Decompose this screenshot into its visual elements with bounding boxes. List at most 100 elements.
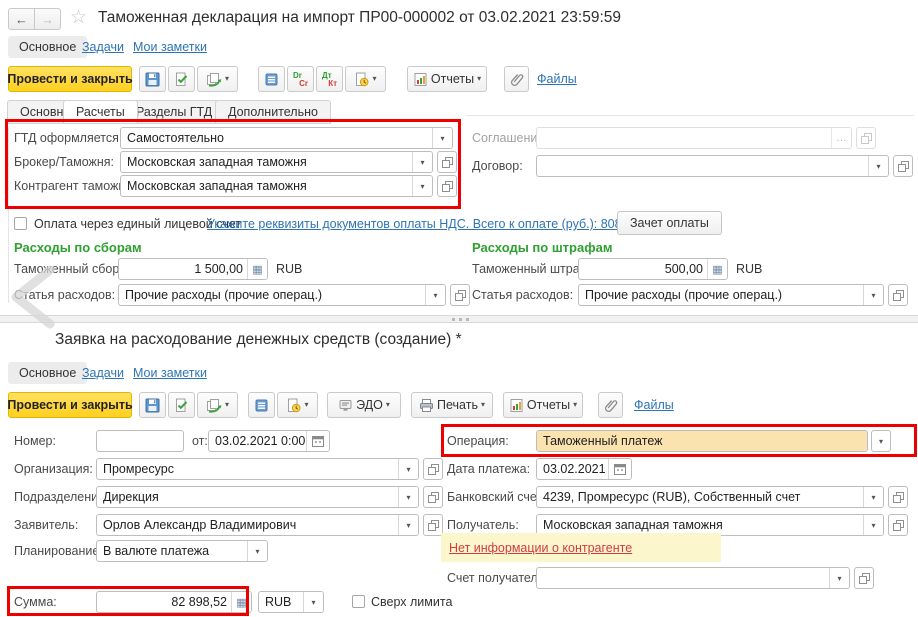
open-form-icon[interactable] [888, 514, 908, 536]
chevron-down-icon[interactable]: ▾ [477, 75, 481, 83]
calendar-icon[interactable] [608, 459, 631, 479]
w2-files-link[interactable]: Файлы [634, 394, 674, 416]
chevron-down-icon[interactable]: ▾ [398, 515, 418, 535]
document-history-button[interactable]: ▾ [345, 66, 386, 92]
calendar-icon[interactable] [306, 431, 329, 451]
no-counterparty-info-link[interactable]: Нет информации о контрагенте [449, 537, 632, 559]
w1-nav-tasks[interactable]: Задачи [82, 36, 124, 58]
show-list-button[interactable] [258, 66, 285, 92]
document-history-button[interactable]: ▾ [277, 392, 318, 418]
save-button[interactable] [139, 66, 166, 92]
calculator-icon[interactable]: ▦ [231, 592, 251, 612]
create-based-on-button[interactable]: ▾ [197, 66, 238, 92]
gtd-method-field[interactable]: Самостоятельно ▾ [120, 127, 453, 149]
applicant-field[interactable]: Орлов Александр Владимирович ▾ [96, 514, 419, 536]
post-document-button[interactable] [168, 392, 195, 418]
agreement-field[interactable]: … [536, 127, 852, 149]
open-form-icon[interactable] [423, 458, 443, 480]
open-form-icon[interactable] [423, 514, 443, 536]
w2-post-close-button[interactable]: Провести и закрыть [8, 392, 132, 418]
chevron-down-icon[interactable]: ▾ [573, 401, 577, 409]
chevron-down-icon[interactable]: ▾ [829, 568, 849, 588]
chevron-down-icon[interactable]: ▾ [398, 487, 418, 507]
w1-tab-additional[interactable]: Дополнительно [215, 100, 331, 124]
customs-fee-field[interactable]: 1 500,00 ▦ [118, 258, 268, 280]
customs-agent-field[interactable]: Московская западная таможня ▾ [120, 175, 433, 197]
w2-attachments-button[interactable] [598, 392, 623, 418]
recipient-account-field[interactable]: ▾ [536, 567, 850, 589]
w1-post-close-button[interactable]: Провести и закрыть [8, 66, 132, 92]
operation-field[interactable]: Таможенный платеж [536, 430, 868, 452]
show-list-button[interactable] [248, 392, 275, 418]
save-button[interactable] [139, 392, 166, 418]
calculator-icon[interactable]: ▦ [247, 259, 267, 279]
w1-nav-notes[interactable]: Мои заметки [133, 36, 207, 58]
department-field[interactable]: Дирекция ▾ [96, 486, 419, 508]
planning-field[interactable]: В валюте платежа ▾ [96, 540, 268, 562]
w1-attachments-button[interactable] [504, 66, 529, 92]
w1-files-link[interactable]: Файлы [537, 68, 577, 90]
open-form-icon[interactable] [888, 486, 908, 508]
open-form-icon[interactable] [888, 284, 908, 306]
open-form-icon[interactable] [450, 284, 470, 306]
open-form-icon[interactable] [893, 155, 913, 177]
fine-expense-item-field[interactable]: Прочие расходы (прочие операц.) ▾ [578, 284, 884, 306]
chevron-down-icon[interactable]: ▾ [863, 515, 883, 535]
w1-nav-main[interactable]: Основное [8, 36, 87, 58]
chevron-down-icon[interactable]: ▾ [304, 401, 308, 409]
chevron-down-icon[interactable]: ▾ [481, 401, 485, 409]
over-limit-checkbox[interactable] [352, 595, 365, 608]
document-date-field[interactable]: 03.02.2021 0:00:00 [208, 430, 330, 452]
window-splitter[interactable] [0, 315, 918, 323]
open-form-icon[interactable] [856, 127, 876, 149]
create-based-on-button[interactable]: ▾ [197, 392, 238, 418]
back-icon[interactable]: ← [8, 8, 35, 30]
amount-field[interactable]: 82 898,52 ▦ [96, 591, 252, 613]
chevron-down-icon[interactable]: ▾ [386, 401, 390, 409]
open-form-icon[interactable] [423, 486, 443, 508]
favorite-star-icon[interactable]: ☆ [70, 7, 87, 29]
chevron-down-icon[interactable]: ▾ [225, 75, 229, 83]
organization-field[interactable]: Промресурс ▾ [96, 458, 419, 480]
chevron-down-icon[interactable]: ▾ [247, 541, 267, 561]
fee-expense-item-field[interactable]: Прочие расходы (прочие операц.) ▾ [118, 284, 446, 306]
currency-field[interactable]: RUB ▾ [258, 591, 324, 613]
chevron-down-icon[interactable]: ▾ [425, 285, 445, 305]
forward-icon[interactable]: → [34, 8, 61, 30]
chevron-down-icon[interactable]: ▾ [412, 152, 432, 172]
chevron-down-icon[interactable]: ▾ [303, 592, 323, 612]
bank-account-field[interactable]: 4239, Промресурс (RUB), Собственный счет… [536, 486, 884, 508]
chevron-down-icon[interactable]: ▾ [432, 128, 452, 148]
number-field[interactable] [96, 430, 184, 452]
chevron-down-icon[interactable]: ▾ [372, 75, 376, 83]
chevron-down-icon[interactable]: ▾ [412, 176, 432, 196]
chevron-down-icon[interactable]: ▾ [863, 285, 883, 305]
w2-nav-main[interactable]: Основное [8, 362, 87, 384]
chevron-down-icon[interactable]: ▾ [871, 430, 891, 452]
chevron-down-icon[interactable]: ▾ [225, 401, 229, 409]
contract-field[interactable]: ▾ [536, 155, 889, 177]
w1-reports-button[interactable]: Отчеты ▾ [407, 66, 487, 92]
vat-payment-docs-link[interactable]: Укажите реквизиты документов оплаты НДС.… [207, 213, 656, 235]
w2-reports-button[interactable]: Отчеты ▾ [503, 392, 583, 418]
w1-tab-calculations[interactable]: Расчеты [63, 100, 138, 124]
chevron-down-icon[interactable]: ▾ [398, 459, 418, 479]
chevron-down-icon[interactable]: ▾ [863, 487, 883, 507]
open-form-icon[interactable] [437, 151, 457, 173]
w2-nav-tasks[interactable]: Задачи [82, 362, 124, 384]
open-form-icon[interactable] [854, 567, 874, 589]
choose-ellipsis-icon[interactable]: … [831, 128, 851, 148]
print-button[interactable]: Печать ▾ [411, 392, 493, 418]
broker-field[interactable]: Московская западная таможня ▾ [120, 151, 433, 173]
dr-cr-register-button[interactable]: DrCr [287, 66, 314, 92]
single-account-checkbox[interactable] [14, 217, 27, 230]
chevron-down-icon[interactable]: ▾ [868, 156, 888, 176]
customs-fine-field[interactable]: 500,00 ▦ [578, 258, 728, 280]
open-form-icon[interactable] [437, 175, 457, 197]
calculator-icon[interactable]: ▦ [707, 259, 727, 279]
edo-button[interactable]: ЭДО ▾ [327, 392, 401, 418]
payment-offset-button[interactable]: Зачет оплаты [617, 211, 722, 235]
post-document-button[interactable] [168, 66, 195, 92]
dt-kt-register-button[interactable]: ДтКт [316, 66, 343, 92]
payment-date-field[interactable]: 03.02.2021 [536, 458, 632, 480]
